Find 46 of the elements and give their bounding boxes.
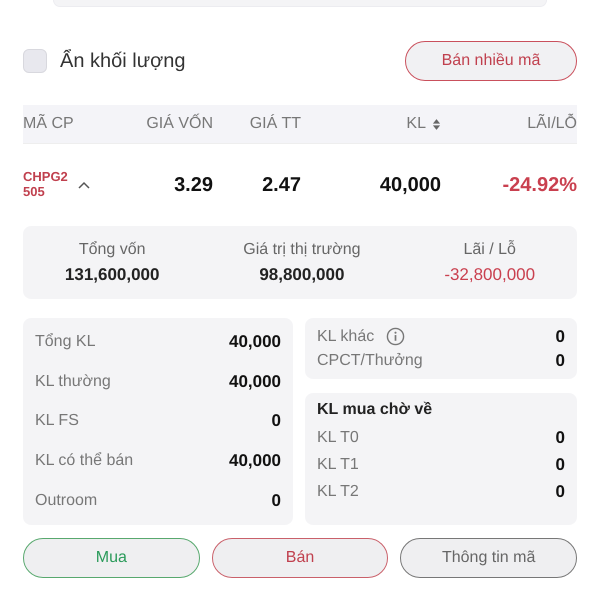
- checkbox-label: Ẩn khối lượng: [60, 50, 186, 72]
- buy-button[interactable]: Mua: [23, 538, 200, 578]
- detail-value: 0: [272, 491, 281, 512]
- detail-label: KL T1: [317, 456, 359, 474]
- detail-label: KL có thể bán: [35, 452, 134, 470]
- detail-label: KL T0: [317, 429, 359, 447]
- summary-value: 98,800,000: [259, 264, 344, 284]
- detail-value: 0: [556, 482, 565, 502]
- table-cell: 2.47: [262, 174, 301, 196]
- summary-value: 131,600,000: [64, 264, 160, 284]
- detail-value: 0: [556, 455, 565, 475]
- detail-label: KL FS: [35, 412, 79, 430]
- info-button[interactable]: Thông tin mã: [400, 538, 578, 578]
- detail-label: KL T2: [317, 483, 359, 501]
- column-header: GIÁ VỐN: [146, 115, 213, 133]
- summary-value: -32,800,000: [444, 264, 536, 284]
- chevron-icon[interactable]: [78, 181, 90, 189]
- detail-label: Outroom: [35, 492, 98, 510]
- info-icon[interactable]: [386, 327, 406, 346]
- sell-many-button[interactable]: Bán nhiều mã: [405, 41, 577, 81]
- detail-label: KL thường: [35, 372, 111, 391]
- detail-label: Tổng KL: [35, 332, 96, 351]
- detail-value: 0: [272, 411, 281, 432]
- detail-value: 0: [556, 350, 565, 370]
- detail-label: KL khác: [317, 328, 374, 346]
- detail-value: 0: [556, 326, 565, 346]
- detail-value: 40,000: [229, 332, 281, 352]
- detail-label: CPCT/Thưởng: [317, 352, 423, 370]
- summary-label: Lãi / Lỗ: [463, 240, 516, 258]
- sell-button[interactable]: Bán: [212, 538, 388, 578]
- checkbox[interactable]: [23, 49, 47, 73]
- stock-symbol[interactable]: CHPG2505: [23, 170, 68, 200]
- column-header: LÃI/LỖ: [527, 115, 577, 133]
- table-cell: 40,000: [380, 174, 441, 196]
- column-header: KL: [406, 115, 426, 133]
- panel-title: KL mua chờ về: [317, 401, 434, 419]
- detail-value: 40,000: [229, 372, 281, 392]
- summary-label: Tổng vốn: [78, 240, 146, 258]
- column-header: GIÁ TT: [250, 115, 301, 133]
- summary-label: Giá trị thị trường: [243, 240, 360, 258]
- detail-value: 0: [556, 428, 565, 448]
- column-header: MÃ CP: [23, 115, 74, 133]
- detail-value: 40,000: [229, 451, 281, 472]
- table-cell: 3.29: [174, 174, 213, 196]
- table-cell: -24.92%: [502, 174, 577, 196]
- sort-icon[interactable]: [432, 118, 441, 130]
